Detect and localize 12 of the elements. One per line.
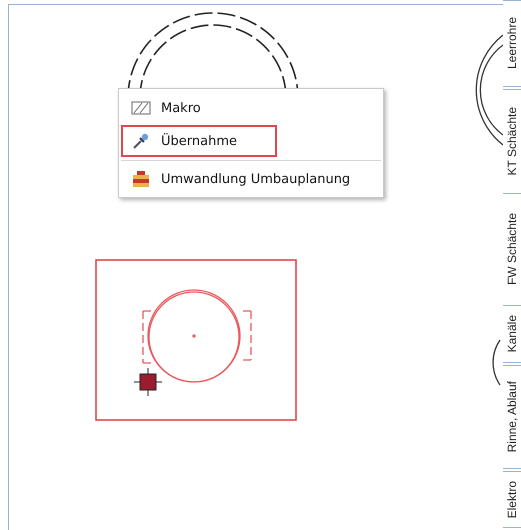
building-blocks-icon (131, 170, 151, 188)
menu-item[interactable]: Umwandlung Umbauplanung (121, 164, 381, 194)
menu-item[interactable]: Makro (121, 93, 381, 123)
menu-item[interactable]: Übernahme (121, 125, 277, 157)
side-tab[interactable]: Rinne, Ablauf (503, 365, 521, 469)
side-tab[interactable]: Leerrohre (503, 0, 521, 87)
side-tab[interactable]: Kanäle (503, 305, 521, 363)
hatched-rectangle-icon (131, 101, 151, 115)
side-tab[interactable]: KT Schächte (503, 89, 521, 194)
grip-handle-icon (134, 368, 162, 396)
small-arc-drawing (492, 340, 501, 386)
side-tab[interactable]: Elektro (503, 471, 521, 528)
